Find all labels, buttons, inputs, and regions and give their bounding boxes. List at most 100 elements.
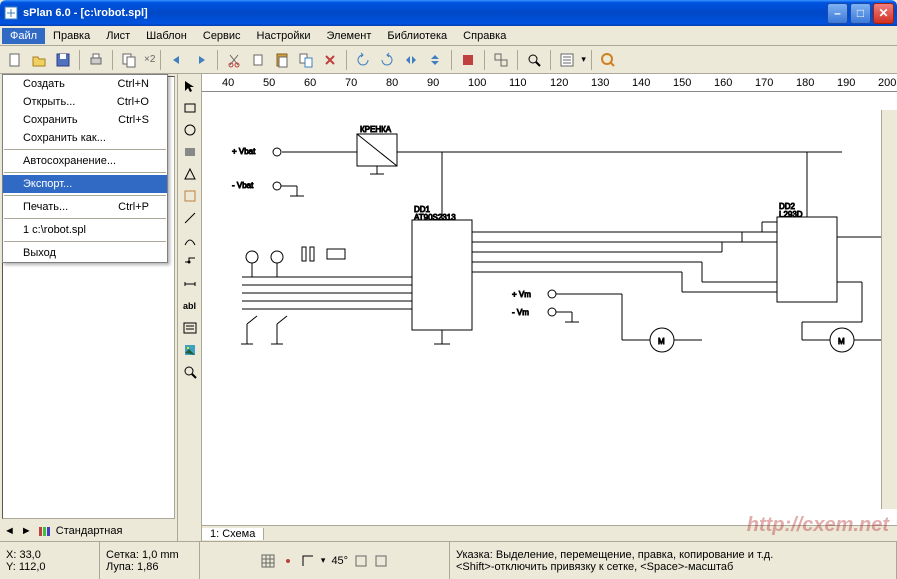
dup-icon[interactable] <box>295 49 317 71</box>
sheet-tab[interactable]: 1: Схема <box>202 528 264 540</box>
ruler-tick: 70 <box>345 77 357 89</box>
copy2-icon[interactable] <box>247 49 269 71</box>
group-icon[interactable] <box>490 49 512 71</box>
minimize-button[interactable]: – <box>827 3 848 24</box>
app-icon <box>3 5 19 21</box>
svg-text:- Vm: - Vm <box>512 308 529 317</box>
curve-icon[interactable] <box>180 230 200 250</box>
save-icon[interactable] <box>52 49 74 71</box>
fill-icon[interactable] <box>180 142 200 162</box>
menu-item[interactable]: Печать...Ctrl+P <box>3 198 167 216</box>
menu-sheet[interactable]: Лист <box>98 28 138 44</box>
flip-h-icon[interactable] <box>400 49 422 71</box>
wire-icon[interactable] <box>180 252 200 272</box>
menu-file[interactable]: Файл <box>2 28 45 44</box>
menu-help[interactable]: Справка <box>455 28 514 44</box>
menu-item[interactable]: СохранитьCtrl+S <box>3 111 167 129</box>
ortho-icon[interactable] <box>301 554 315 568</box>
mode2-icon[interactable] <box>374 554 388 568</box>
flip-v-icon[interactable] <box>424 49 446 71</box>
close-button[interactable]: ✕ <box>873 3 894 24</box>
svg-text:КРЕНКА: КРЕНКА <box>360 125 392 134</box>
svg-text:M: M <box>838 337 845 346</box>
library-name: Стандартная <box>56 525 123 537</box>
image-icon[interactable] <box>180 340 200 360</box>
menu-library[interactable]: Библиотека <box>379 28 455 44</box>
menu-item[interactable]: СоздатьCtrl+N <box>3 75 167 93</box>
status-hint: Указка: Выделение, перемещение, правка, … <box>456 549 890 561</box>
status-pos-y: Y: 112,0 <box>6 561 93 573</box>
menu-service[interactable]: Сервис <box>195 28 249 44</box>
dimension-icon[interactable] <box>180 274 200 294</box>
rotate-r-icon[interactable] <box>376 49 398 71</box>
titlebar: sPlan 6.0 - [c:\robot.spl] – □ ✕ <box>0 0 897 26</box>
right-arrow-icon[interactable]: ► <box>21 525 32 537</box>
menu-item[interactable]: Выход <box>3 244 167 262</box>
rect-icon[interactable] <box>180 98 200 118</box>
zoom-icon[interactable] <box>597 49 619 71</box>
menu-item[interactable]: Экспорт... <box>3 175 167 193</box>
menubar: Файл Правка Лист Шаблон Сервис Настройки… <box>0 26 897 46</box>
grid-icon[interactable] <box>261 554 275 568</box>
menu-settings[interactable]: Настройки <box>249 28 319 44</box>
delete-icon[interactable] <box>319 49 341 71</box>
pointer-icon[interactable] <box>180 76 200 96</box>
status-hint2: <Shift>-отключить привязку к сетке, <Spa… <box>456 561 890 573</box>
mode1-icon[interactable] <box>354 554 368 568</box>
menu-item[interactable]: Автосохранение... <box>3 152 167 170</box>
ruler-tick: 50 <box>263 77 275 89</box>
cut-icon[interactable] <box>223 49 245 71</box>
menu-element[interactable]: Элемент <box>318 28 379 44</box>
line-icon[interactable] <box>180 208 200 228</box>
menu-item[interactable]: 1 c:\robot.spl <box>3 221 167 239</box>
tool-toolbar: abI <box>178 74 202 541</box>
status-pos-x: X: 33,0 <box>6 549 93 561</box>
menu-item[interactable]: Открыть...Ctrl+O <box>3 93 167 111</box>
svg-text:+ Vbat: + Vbat <box>232 147 256 156</box>
menu-item[interactable]: Сохранить как... <box>3 129 167 147</box>
statusbar: X: 33,0 Y: 112,0 Сетка: 1,0 mm Лупа: 1,8… <box>0 541 897 579</box>
magnify-icon[interactable] <box>180 362 200 382</box>
list-dropdown-icon[interactable]: ▾ <box>581 54 586 65</box>
library-footer: ◄ ► Стандартная <box>0 521 177 541</box>
maximize-button[interactable]: □ <box>850 3 871 24</box>
redo-icon[interactable] <box>190 49 212 71</box>
ruler-tick: 140 <box>632 77 650 89</box>
svg-text:+ Vm: + Vm <box>512 290 531 299</box>
snap-icon[interactable] <box>281 554 295 568</box>
color-icon[interactable] <box>457 49 479 71</box>
spec-icon[interactable] <box>180 186 200 206</box>
svg-text:M: M <box>658 337 665 346</box>
rotate-l-icon[interactable] <box>352 49 374 71</box>
schematic-drawing: + Vbat - Vbat КРЕНКА <box>202 92 897 525</box>
new-icon[interactable] <box>4 49 26 71</box>
open-icon[interactable] <box>28 49 50 71</box>
find-icon[interactable] <box>523 49 545 71</box>
text-icon[interactable]: abI <box>180 296 200 316</box>
ruler-tick: 90 <box>427 77 439 89</box>
menu-edit[interactable]: Правка <box>45 28 98 44</box>
drawing-canvas[interactable]: + Vbat - Vbat КРЕНКА <box>202 92 897 525</box>
status-angle: 45° <box>331 555 348 567</box>
scrollbar-horizontal[interactable]: 1: Схема <box>202 525 897 541</box>
poly-icon[interactable] <box>180 164 200 184</box>
paste-icon[interactable] <box>271 49 293 71</box>
lib-books-icon[interactable] <box>38 525 50 537</box>
menu-template[interactable]: Шаблон <box>138 28 195 44</box>
left-arrow-icon[interactable]: ◄ <box>4 525 15 537</box>
ruler-tick: 120 <box>550 77 568 89</box>
scrollbar-vertical[interactable] <box>881 110 897 509</box>
undo-icon[interactable] <box>166 49 188 71</box>
copy-icon[interactable] <box>118 49 140 71</box>
status-zoom: Лупа: 1,86 <box>106 561 193 573</box>
textblock-icon[interactable] <box>180 318 200 338</box>
ruler-tick: 40 <box>222 77 234 89</box>
ruler-tick: 160 <box>714 77 732 89</box>
status-grid: Сетка: 1,0 mm <box>106 549 193 561</box>
list-icon[interactable] <box>556 49 578 71</box>
print-icon[interactable] <box>85 49 107 71</box>
circle-icon[interactable] <box>180 120 200 140</box>
ruler-tick: 60 <box>304 77 316 89</box>
ruler-tick: 170 <box>755 77 773 89</box>
svg-text:- Vbat: - Vbat <box>232 181 254 190</box>
